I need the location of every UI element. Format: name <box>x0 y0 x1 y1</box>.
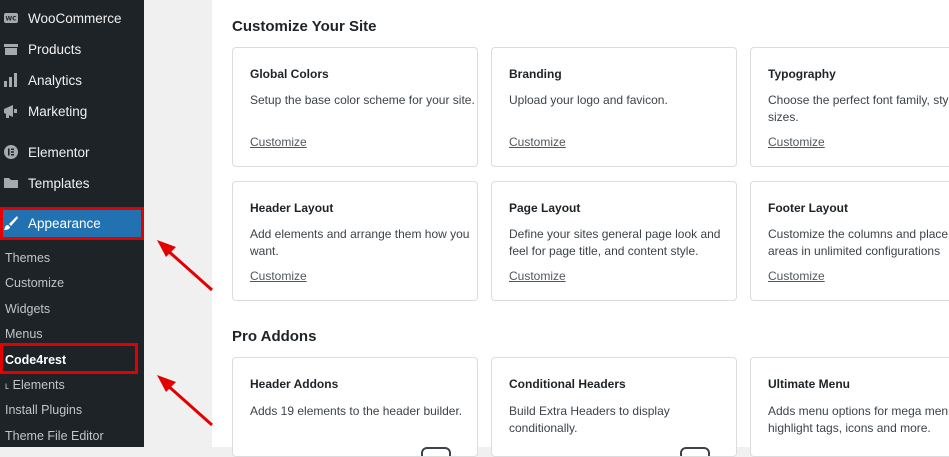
sidebar-item-templates[interactable]: Templates <box>0 168 144 198</box>
card-global-colors: Global Colors Setup the base color schem… <box>232 47 478 167</box>
card-typography: Typography Choose the perfect font famil… <box>750 47 949 167</box>
card-description: Customize the columns and place widget a… <box>768 227 949 258</box>
card-title: Global Colors <box>250 67 329 81</box>
submenu-item-install-plugins[interactable]: Install Plugins <box>5 403 82 417</box>
customize-link[interactable]: Customize <box>509 135 566 149</box>
card-title: Typography <box>768 67 836 81</box>
main-content: Customize Your Site Global Colors Setup … <box>212 0 949 457</box>
card-title: Conditional Headers <box>509 377 626 391</box>
code4rest-highlight-box <box>0 343 138 374</box>
customize-link[interactable]: Customize <box>768 269 825 283</box>
submenu-item-elements[interactable]: ˪ Elements <box>5 378 65 392</box>
addon-toggle[interactable] <box>680 447 710 456</box>
sidebar-item-woocommerce[interactable]: WC WooCommerce <box>0 3 144 33</box>
card-description: Build Extra Headers to display condition… <box>509 404 670 435</box>
customize-link[interactable]: Customize <box>509 269 566 283</box>
sidebar-item-analytics[interactable]: Analytics <box>0 65 144 95</box>
submenu-item-menus[interactable]: Menus <box>5 327 43 341</box>
sidebar-item-label: Marketing <box>28 103 88 119</box>
sidebar-item-label: Products <box>28 41 82 57</box>
sidebar-item-elementor[interactable]: Elementor <box>0 137 144 167</box>
submenu-item-themes[interactable]: Themes <box>5 251 50 265</box>
sidebar-item-label: Elementor <box>28 144 90 160</box>
svg-text:WC: WC <box>5 16 17 23</box>
content-gutter <box>144 0 212 447</box>
card-title: Branding <box>509 67 562 81</box>
card-ultimate-menu: Ultimate Menu Adds menu options for mega… <box>750 357 949 457</box>
sidebar-item-label: Analytics <box>28 72 83 88</box>
submenu-item-customize[interactable]: Customize <box>5 276 64 290</box>
admin-sidebar: WC WooCommerce Products Analytics Market… <box>0 0 144 447</box>
card-header-layout: Header Layout Add elements and arrange t… <box>232 181 478 301</box>
addon-toggle[interactable] <box>421 447 451 456</box>
card-branding: Branding Upload your logo and favicon. C… <box>491 47 737 167</box>
card-description: Adds menu options for mega menus, highli… <box>768 404 949 435</box>
submenu-item-widgets[interactable]: Widgets <box>5 302 50 316</box>
card-description: Upload your logo and favicon. <box>509 93 668 107</box>
megaphone-icon <box>3 103 19 119</box>
appearance-highlight-box <box>0 207 144 240</box>
sidebar-item-marketing[interactable]: Marketing <box>0 96 144 126</box>
customize-link[interactable]: Customize <box>250 135 307 149</box>
woocommerce-icon: WC <box>3 10 19 26</box>
sidebar-item-label: WooCommerce <box>28 10 122 26</box>
products-icon <box>3 41 19 57</box>
card-description: Adds 19 elements to the header builder. <box>250 404 463 418</box>
submenu-item-theme-file-editor[interactable]: Theme File Editor <box>5 429 104 443</box>
card-title: Ultimate Menu <box>768 377 851 391</box>
section-title-pro-addons: Pro Addons <box>232 328 317 345</box>
card-title: Footer Layout <box>768 201 848 215</box>
card-description: Setup the base color scheme for your sit… <box>250 93 475 107</box>
card-conditional-headers: Conditional Headers Build Extra Headers … <box>491 357 737 457</box>
section-title-customize: Customize Your Site <box>232 18 377 35</box>
elementor-icon <box>3 144 19 160</box>
sidebar-item-products[interactable]: Products <box>0 34 144 64</box>
card-title: Header Addons <box>250 377 339 391</box>
card-page-layout: Page Layout Define your sites general pa… <box>491 181 737 301</box>
folder-icon <box>3 175 19 191</box>
card-title: Page Layout <box>509 201 581 215</box>
card-footer-layout: Footer Layout Customize the columns and … <box>750 181 949 301</box>
customize-link[interactable]: Customize <box>250 269 307 283</box>
card-description: Add elements and arrange them how you wa… <box>250 227 470 258</box>
card-title: Header Layout <box>250 201 334 215</box>
analytics-icon <box>3 72 19 88</box>
card-header-addons: Header Addons Adds 19 elements to the he… <box>232 357 478 457</box>
sidebar-item-label: Templates <box>28 175 90 191</box>
card-description: Choose the perfect font family, style an… <box>768 93 949 124</box>
card-description: Define your sites general page look and … <box>509 227 721 258</box>
customize-link[interactable]: Customize <box>768 135 825 149</box>
